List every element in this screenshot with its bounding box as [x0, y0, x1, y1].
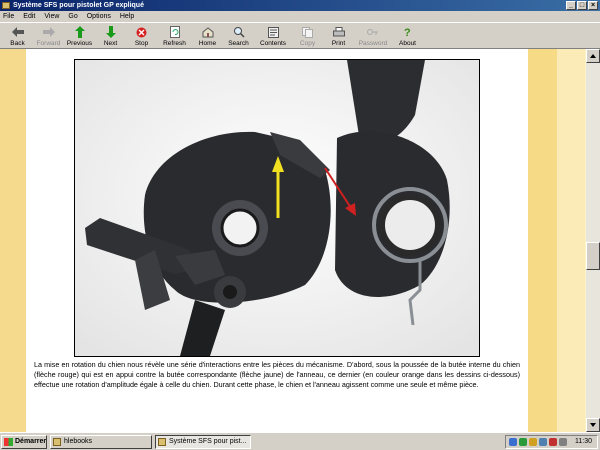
left-border-stripe [0, 49, 26, 432]
password-label: Password [358, 40, 388, 47]
folder-icon [53, 438, 61, 446]
start-button[interactable]: Démarrer [1, 435, 47, 449]
right-light-stripe [557, 49, 585, 432]
forward-label: Forward [36, 40, 61, 47]
search-label: Search [228, 40, 249, 47]
contents-button[interactable]: Contents [254, 23, 292, 49]
print-button[interactable]: Print [323, 23, 354, 49]
body-paragraph: La mise en rotation du chien nous révèle… [34, 360, 520, 389]
vertical-scrollbar[interactable] [586, 49, 600, 432]
antivirus-icon[interactable] [519, 438, 527, 446]
next-button[interactable]: Next [95, 23, 126, 49]
contents-label: Contents [259, 40, 287, 47]
previous-label: Previous [66, 40, 93, 47]
home-button[interactable]: Home [192, 23, 223, 49]
forward-button[interactable]: Forward [33, 23, 64, 49]
print-label: Print [331, 40, 346, 47]
password-icon [367, 26, 379, 38]
taskbar: Démarrer hlebooks Système SFS pour pist.… [0, 432, 600, 450]
previous-button[interactable]: Previous [64, 23, 95, 49]
task-label-sfs: Système SFS pour pist... [169, 438, 247, 445]
stop-button[interactable]: Stop [126, 23, 157, 49]
search-icon [233, 26, 245, 38]
start-label: Démarrer [15, 438, 47, 445]
windows-flag-icon [4, 438, 13, 446]
about-button[interactable]: ? About [392, 23, 423, 49]
svg-text:?: ? [404, 27, 411, 38]
search-button[interactable]: Search [223, 23, 254, 49]
clock[interactable]: 11:30 [575, 436, 592, 448]
display-icon[interactable] [539, 438, 547, 446]
close-button[interactable]: × [588, 1, 598, 10]
document-page: La mise en rotation du chien nous révèle… [26, 49, 528, 432]
down-arrow-icon [105, 26, 117, 38]
minimize-button[interactable]: _ [566, 1, 576, 10]
stop-icon [136, 26, 148, 38]
up-arrow-icon [74, 26, 86, 38]
scroll-down-button[interactable] [586, 418, 600, 432]
about-label: About [399, 40, 416, 47]
question-mark-icon: ? [402, 26, 414, 38]
menu-file[interactable]: File [3, 11, 14, 22]
mechanism-photo [74, 59, 480, 357]
network-icon[interactable] [509, 438, 517, 446]
menu-options[interactable]: Options [87, 11, 111, 22]
copy-label: Copy [299, 40, 316, 47]
refresh-icon [169, 26, 181, 38]
task-sfs-document[interactable]: Système SFS pour pist... [155, 435, 251, 449]
app-icon [2, 2, 10, 9]
task-hlebooks[interactable]: hlebooks [50, 435, 152, 449]
volume-icon[interactable] [529, 438, 537, 446]
help-document-icon [158, 438, 166, 446]
forward-arrow-icon [42, 26, 55, 38]
refresh-button[interactable]: Refresh [157, 23, 192, 49]
menu-bar: File Edit View Go Options Help [0, 11, 600, 22]
next-label: Next [103, 40, 118, 47]
window-title: Système SFS pour pistolet GP expliqué [13, 2, 144, 9]
menu-help[interactable]: Help [120, 11, 134, 22]
window-titlebar[interactable]: Système SFS pour pistolet GP expliqué _ … [0, 0, 600, 11]
home-icon [202, 26, 214, 38]
scroll-up-button[interactable] [586, 49, 600, 63]
copy-icon [302, 26, 314, 38]
tray-app-icon[interactable] [559, 438, 567, 446]
back-arrow-icon [11, 26, 24, 38]
refresh-label: Refresh [163, 40, 186, 47]
home-label: Home [198, 40, 217, 47]
toolbar: Back Forward Previous Next Stop Refresh [0, 22, 600, 49]
back-button[interactable]: Back [2, 23, 33, 49]
maximize-button[interactable]: □ [577, 1, 587, 10]
system-tray: 11:30 [505, 435, 598, 449]
copy-button[interactable]: Copy [292, 23, 323, 49]
task-label-hlebooks: hlebooks [64, 438, 93, 445]
scroll-thumb[interactable] [586, 242, 600, 270]
menu-view[interactable]: View [44, 11, 59, 22]
password-button[interactable]: Password [354, 23, 392, 49]
back-label: Back [10, 40, 25, 47]
menu-edit[interactable]: Edit [23, 11, 35, 22]
right-border-stripe [528, 49, 557, 432]
stop-label: Stop [134, 40, 149, 47]
security-icon[interactable] [549, 438, 557, 446]
menu-go[interactable]: Go [68, 11, 77, 22]
content-area: La mise en rotation du chien nous révèle… [0, 49, 600, 432]
contents-icon [267, 26, 279, 38]
printer-icon [332, 26, 345, 38]
